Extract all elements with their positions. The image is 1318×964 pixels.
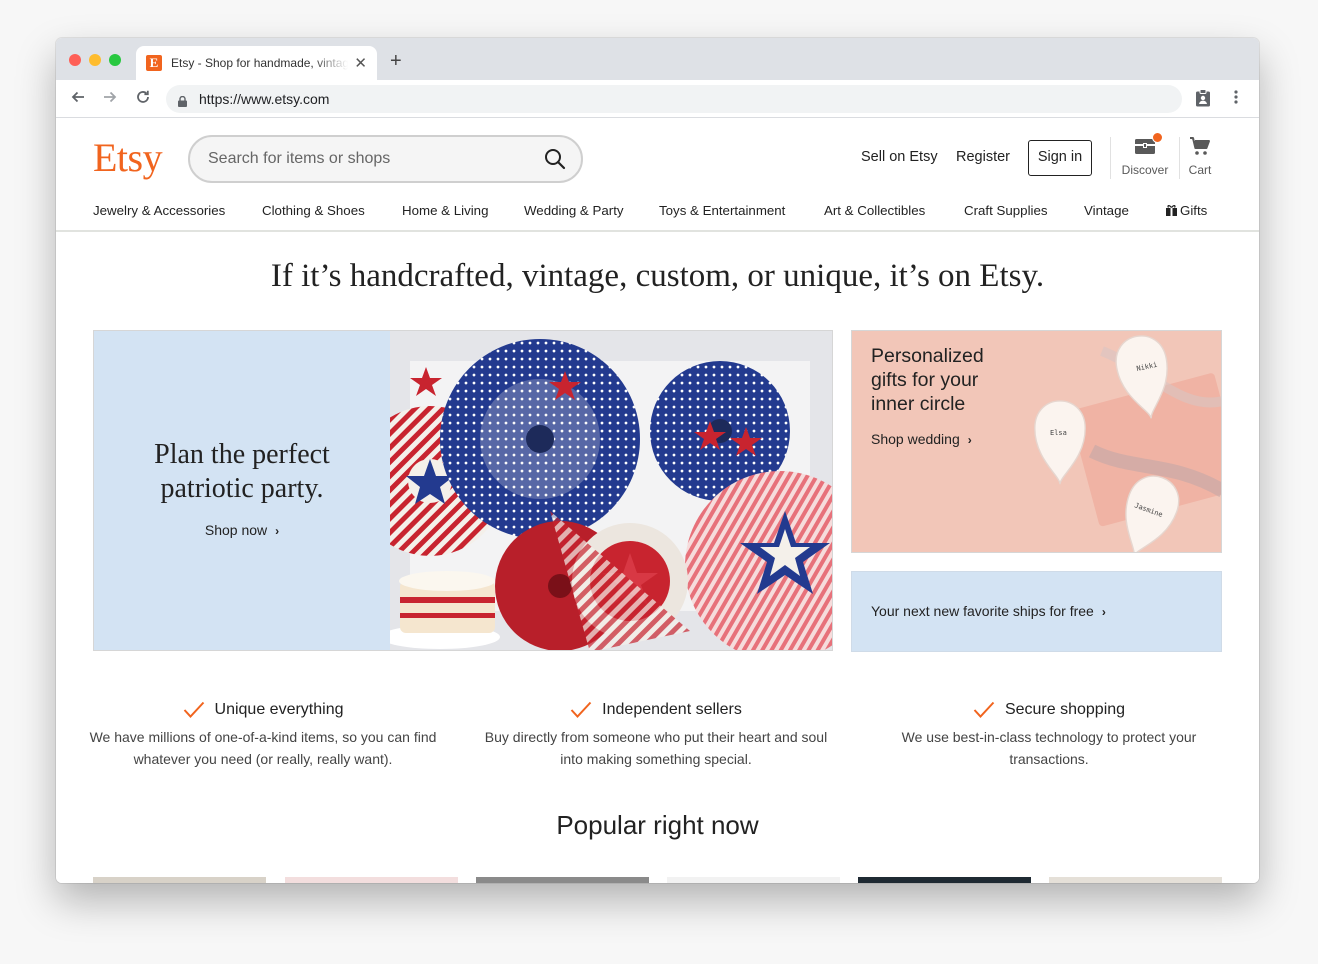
promo-gifts-title: Personalized gifts for your inner circle [871,345,984,415]
value-prop-unique: Unique everything We have millions of on… [83,700,443,770]
checkmark-icon [183,701,204,718]
etsy-favicon-icon: E [146,55,162,71]
category-clothing[interactable]: Clothing & Shoes [262,203,365,218]
value-prop-title: Unique everything [214,701,344,718]
lock-icon [178,94,187,107]
tab-close-icon[interactable]: ✕ [354,54,367,72]
category-toys[interactable]: Toys & Entertainment [659,203,785,218]
personalized-gifts-card[interactable]: Nikki Elsa Jasmine Personalized gifts fo… [851,330,1222,553]
category-wedding[interactable]: Wedding & Party [524,203,624,218]
popular-item-thumbnail[interactable] [285,877,458,883]
search-input[interactable] [208,150,518,168]
cart-label: Cart [1188,163,1212,177]
value-prop-body: We use best-in-class technology to prote… [901,729,1197,767]
discover-label: Discover [1121,163,1169,177]
shop-wedding-link[interactable]: Shop wedding › [871,431,972,447]
value-prop-title: Independent sellers [602,701,742,718]
reload-icon[interactable] [133,89,153,109]
checkmark-icon [570,701,592,718]
maximize-window-button[interactable] [109,54,121,66]
patriotic-party-image [355,331,832,650]
popular-item-thumbnail[interactable] [667,877,840,883]
popular-heading: Popular right now [556,810,759,840]
category-craft[interactable]: Craft Supplies [964,203,1048,218]
chevron-right-icon: › [275,524,280,538]
hero-banner[interactable]: Plan the perfect patriotic party. Shop n… [93,330,833,651]
minimize-window-button[interactable] [89,54,101,66]
cart-button[interactable]: Cart [1185,136,1215,177]
value-prop-secure: Secure shopping We use best-in-class tec… [869,700,1229,770]
chevron-right-icon: › [967,433,972,447]
hero-shop-now-link[interactable]: Shop now › [94,522,390,538]
hero-text-panel: Plan the perfect patriotic party. Shop n… [94,331,390,650]
category-vintage[interactable]: Vintage [1084,203,1129,218]
forward-arrow-icon[interactable] [100,89,120,109]
register-link[interactable]: Register [956,149,1010,165]
more-menu-icon[interactable] [1234,89,1238,110]
value-prop-body: Buy directly from someone who put their … [484,729,828,767]
notification-dot [1152,132,1163,143]
sell-on-etsy-link[interactable]: Sell on Etsy [861,149,938,165]
page-headline: If it’s handcrafted, vintage, custom, or… [270,258,1045,294]
value-prop-title: Secure shopping [1004,701,1126,718]
popular-item-thumbnail[interactable] [93,877,266,883]
hero-title: Plan the perfect patriotic party. [154,439,330,504]
free-shipping-label: Your next new favorite ships for free [871,603,1094,619]
free-shipping-card[interactable]: Your next new favorite ships for free › [851,571,1222,652]
sign-in-button[interactable]: Sign in [1028,140,1092,176]
search-icon[interactable] [543,147,567,171]
shop-wedding-label: Shop wedding [871,431,960,447]
header-divider [1179,137,1180,179]
browser-tab[interactable]: E Etsy - Shop for handmade, vintage, cus… [136,46,377,80]
category-art[interactable]: Art & Collectibles [824,203,925,218]
value-prop-body: We have millions of one-of-a-kind items,… [89,729,437,767]
header-divider [1110,137,1111,179]
search-bar [188,135,583,183]
checkmark-icon [973,701,995,718]
tab-strip: E Etsy - Shop for handmade, vintage, cus… [56,38,1259,80]
category-home[interactable]: Home & Living [402,203,488,218]
popular-item-thumbnail[interactable] [858,877,1031,883]
close-window-button[interactable] [69,54,81,66]
category-gifts[interactable]: Gifts [1166,203,1207,218]
address-bar[interactable]: https://www.etsy.com [166,85,1182,113]
value-prop-sellers: Independent sellers Buy directly from so… [476,700,836,770]
etsy-page: Etsy Sell on Etsy Register Sign in Disco… [56,118,1259,883]
url-text: https://www.etsy.com [199,91,330,107]
profile-clipboard-icon[interactable] [1195,89,1211,112]
free-shipping-link[interactable]: Your next new favorite ships for free › [871,603,1106,619]
etsy-logo[interactable]: Etsy [93,134,163,181]
discover-button[interactable]: Discover [1119,132,1171,177]
new-tab-button[interactable]: + [390,51,402,71]
popular-item-thumbnail[interactable] [1049,877,1222,883]
dish-name-elsa: Elsa [1050,429,1067,437]
treasure-chest-icon [1133,139,1157,159]
cart-icon [1189,137,1211,159]
browser-toolbar: https://www.etsy.com [56,80,1259,118]
popular-item-thumbnail[interactable] [476,877,649,883]
hero-link-label: Shop now [204,522,268,538]
category-nav: Jewelry & Accessories Clothing & Shoes H… [56,198,1259,232]
back-arrow-icon[interactable] [68,89,88,109]
chevron-right-icon: › [1101,605,1106,619]
gift-icon [1166,205,1177,216]
tab-title: Etsy - Shop for handmade, vintage, custo… [171,56,349,70]
browser-window: E Etsy - Shop for handmade, vintage, cus… [56,38,1259,883]
category-jewelry[interactable]: Jewelry & Accessories [93,203,225,218]
gifts-label: Gifts [1180,203,1208,218]
